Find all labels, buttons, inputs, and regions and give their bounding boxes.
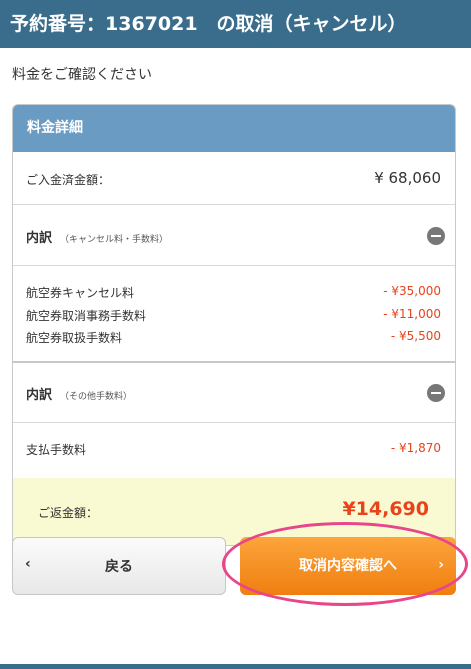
breakdown-other-note: （その他手数料） [60, 392, 133, 402]
breakdown-other-title: 内訳 （その他手数料） [26, 388, 133, 403]
refund-label: ご返金額： [38, 506, 99, 520]
breakdown-cancel-items: 航空券キャンセル料 - ¥35,000 航空券取消事務手数料 - ¥11,000… [13, 267, 455, 363]
deposit-value: ¥ 68,060 [374, 169, 441, 187]
breakdown-cancel-header[interactable]: 内訳 （キャンセル料・手数料） [13, 206, 455, 266]
fee-item-amount: - ¥11,000 [383, 307, 441, 321]
highlight-ellipse [222, 522, 468, 606]
collapse-minus-icon[interactable] [427, 384, 445, 402]
footer-bar [0, 664, 471, 669]
fee-item-amount: - ¥1,870 [390, 441, 441, 455]
breakdown-cancel-title: 内訳 （キャンセル料・手数料） [26, 231, 169, 246]
card-title: 料金詳細 [13, 105, 455, 152]
fee-item-label: 支払手数料 [26, 443, 87, 457]
deposit-row: ご入金済金額： ¥ 68,060 [13, 152, 455, 205]
fee-details-card: 料金詳細 ご入金済金額： ¥ 68,060 内訳 （キャンセル料・手数料） 航空券… [12, 104, 456, 546]
breakdown-cancel-note: （キャンセル料・手数料） [60, 235, 169, 245]
fee-item-label: 航空券キャンセル料 [26, 286, 135, 300]
breakdown-other-header[interactable]: 内訳 （その他手数料） [13, 363, 455, 423]
collapse-minus-icon[interactable] [427, 227, 445, 245]
fee-item-amount: - ¥5,500 [390, 329, 441, 343]
page-title: 予約番号：1367021 の取消（キャンセル） [10, 13, 407, 35]
back-button[interactable]: ‹ 戻る [12, 537, 226, 595]
breakdown-other-items: 支払手数料 - ¥1,870 [13, 424, 455, 478]
refund-value: ¥14,690 [342, 498, 429, 520]
fee-item-label: 航空券取扱手数料 [26, 331, 123, 345]
page-header: 予約番号：1367021 の取消（キャンセル） [0, 0, 471, 48]
instruction-text: 料金をご確認ください [12, 67, 152, 83]
fee-item-label: 航空券取消事務手数料 [26, 309, 147, 323]
back-button-label: 戻る [105, 559, 133, 575]
deposit-label: ご入金済金額： [26, 173, 111, 187]
fee-item-amount: - ¥35,000 [383, 284, 441, 298]
